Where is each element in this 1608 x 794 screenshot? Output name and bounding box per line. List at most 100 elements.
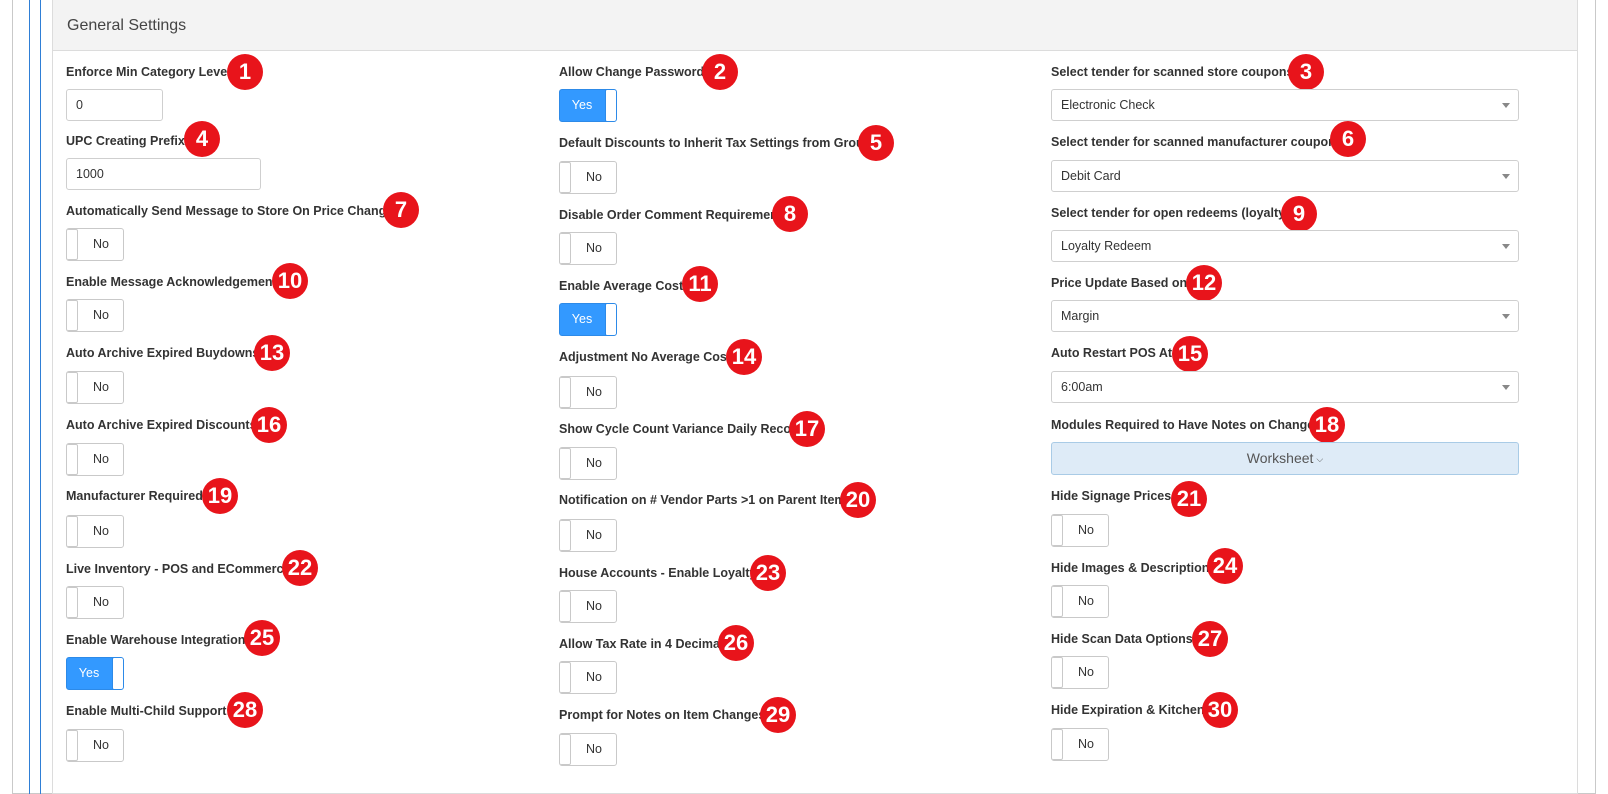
select-value: Electronic Check [1061,98,1155,112]
f10-toggle[interactable]: No [66,299,124,332]
toggle-state-label: No [586,670,602,684]
toggle-knob[interactable] [67,372,78,403]
toggle-knob[interactable] [560,377,571,408]
caret-down-icon [1502,385,1510,390]
f23-label: House Accounts - Enable Loyalty: [559,566,761,580]
f16-callout-badge: 16 [251,407,287,443]
frame-accent-line [29,0,30,794]
f15-select[interactable]: 6:00am [1051,371,1519,403]
f18-multiselect-button[interactable]: Worksheet ⌵ [1051,442,1519,475]
f11-label: Enable Average Cost: [559,279,688,293]
f29-toggle[interactable]: No [559,733,617,766]
f3-label: Select tender for scanned store coupons: [1051,65,1298,79]
f24-toggle[interactable]: No [1051,585,1109,618]
f4-text-input[interactable]: 1000 [66,158,261,190]
f30-label: Hide Expiration & Kitchen: [1051,703,1209,717]
f11-toggle[interactable]: Yes [559,303,617,336]
f4-callout-badge: 4 [184,121,220,157]
toggle-state-label: No [93,524,109,538]
f13-label: Auto Archive Expired Buydowns: [66,346,264,360]
f10-label: Enable Message Acknowledgement: [66,275,281,289]
f20-label: Notification on # Vendor Parts >1 on Par… [559,493,857,507]
toggle-knob[interactable] [560,448,571,479]
f15-label: Auto Restart POS At: [1051,346,1177,360]
toggle-state-label: No [586,742,602,756]
f2-label: Allow Change Password: [559,65,709,79]
f19-callout-badge: 19 [202,478,238,514]
f7-toggle[interactable]: No [66,228,124,261]
toggle-knob[interactable] [67,587,78,618]
f2-toggle[interactable]: Yes [559,89,617,122]
f24-callout-badge: 24 [1207,548,1243,584]
f6-select[interactable]: Debit Card [1051,160,1519,192]
f18-callout-badge: 18 [1309,407,1345,443]
f9-select[interactable]: Loyalty Redeem [1051,230,1519,262]
f22-label: Live Inventory - POS and ECommerce: [66,562,295,576]
toggle-knob[interactable] [605,90,616,121]
f23-toggle[interactable]: No [559,590,617,623]
f23-callout-badge: 23 [750,555,786,591]
caret-down-icon [1502,174,1510,179]
f21-toggle[interactable]: No [1051,514,1109,547]
toggle-knob[interactable] [1052,515,1063,546]
f3-select[interactable]: Electronic Check [1051,89,1519,121]
toggle-knob[interactable] [560,662,571,693]
toggle-knob[interactable] [112,658,123,689]
toggle-knob[interactable] [67,730,78,761]
f14-callout-badge: 14 [726,339,762,375]
f27-toggle[interactable]: No [1051,656,1109,689]
f16-toggle[interactable]: No [66,443,124,476]
f8-callout-badge: 8 [772,196,808,232]
f14-label: Adjustment No Average Cost: [559,350,736,364]
f26-label: Allow Tax Rate in 4 Decimal: [559,637,728,651]
caret-down-icon [1502,103,1510,108]
toggle-knob[interactable] [560,734,571,765]
f21-label: Hide Signage Prices: [1051,489,1176,503]
frame-accent-line [40,0,41,794]
f22-toggle[interactable]: No [66,586,124,619]
toggle-knob[interactable] [67,516,78,547]
toggle-state-label: No [1078,665,1094,679]
f17-label: Show Cycle Count Variance Daily Recon: [559,422,803,436]
toggle-state-label: No [586,385,602,399]
f4-label: UPC Creating Prefix: [66,134,189,148]
toggle-state-label: No [586,241,602,255]
toggle-knob[interactable] [1052,586,1063,617]
f13-toggle[interactable]: No [66,371,124,404]
f5-toggle[interactable]: No [559,161,617,194]
f15-callout-badge: 15 [1172,336,1208,372]
f30-callout-badge: 30 [1202,692,1238,728]
toggle-knob[interactable] [67,229,78,260]
toggle-state-label: Yes [78,666,100,680]
f1-label: Enforce Min Category Level: [66,65,235,79]
toggle-state-label: Yes [571,98,593,112]
toggle-knob[interactable] [67,300,78,331]
toggle-knob[interactable] [67,444,78,475]
toggle-knob[interactable] [560,233,571,264]
f14-toggle[interactable]: No [559,376,617,409]
f12-select[interactable]: Margin [1051,300,1519,332]
f11-callout-badge: 11 [682,266,718,302]
panel-header: General Settings [53,0,1577,51]
toggle-knob[interactable] [560,591,571,622]
f26-toggle[interactable]: No [559,661,617,694]
toggle-knob[interactable] [605,304,616,335]
toggle-state-label: No [93,380,109,394]
toggle-state-label: No [586,599,602,613]
f1-text-input[interactable]: 0 [66,89,163,121]
toggle-knob[interactable] [560,162,571,193]
toggle-state-label: No [586,528,602,542]
f25-toggle[interactable]: Yes [66,657,124,690]
f12-label: Price Update Based on: [1051,276,1192,290]
f17-toggle[interactable]: No [559,447,617,480]
toggle-state-label: No [1078,737,1094,751]
toggle-knob[interactable] [1052,729,1063,760]
f19-toggle[interactable]: No [66,515,124,548]
toggle-knob[interactable] [560,520,571,551]
f22-callout-badge: 22 [282,550,318,586]
f30-toggle[interactable]: No [1051,728,1109,761]
f28-toggle[interactable]: No [66,729,124,762]
toggle-knob[interactable] [1052,657,1063,688]
f20-toggle[interactable]: No [559,519,617,552]
f8-toggle[interactable]: No [559,232,617,265]
